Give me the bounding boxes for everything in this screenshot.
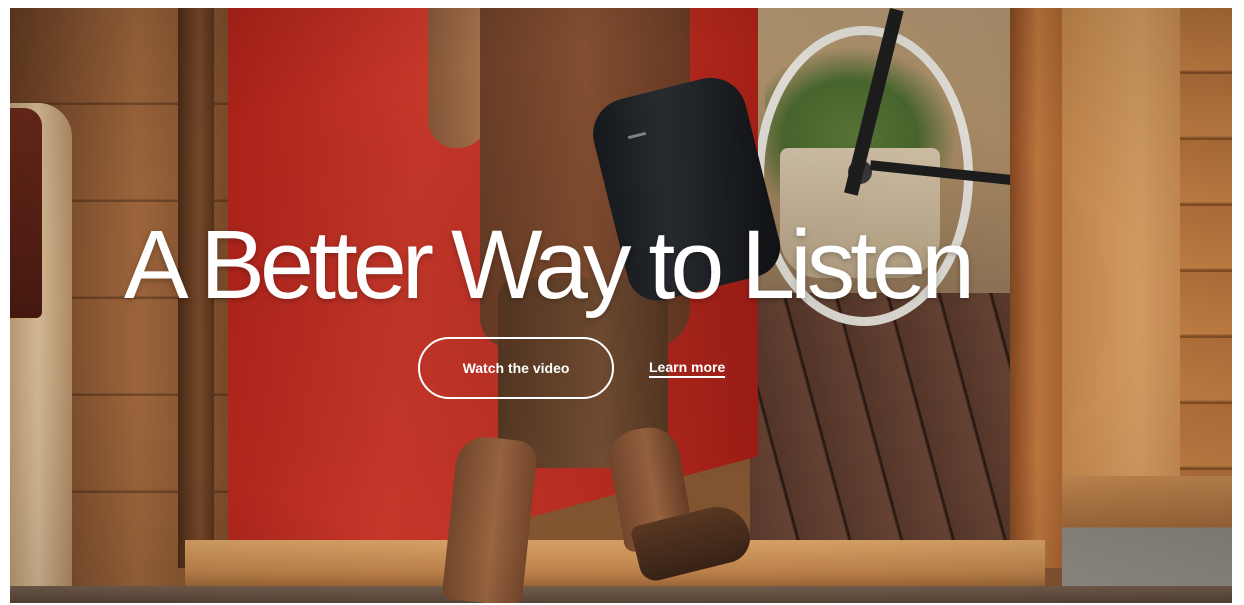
learn-more-link[interactable]: Learn more: [649, 359, 726, 378]
watch-video-button[interactable]: Watch the video: [418, 337, 614, 399]
hero-section: A Better Way to Listen Watch the video L…: [10, 8, 1232, 603]
hero-cta-row: Watch the video Learn more: [418, 337, 726, 399]
hero-title: A Better Way to Listen: [124, 210, 975, 319]
